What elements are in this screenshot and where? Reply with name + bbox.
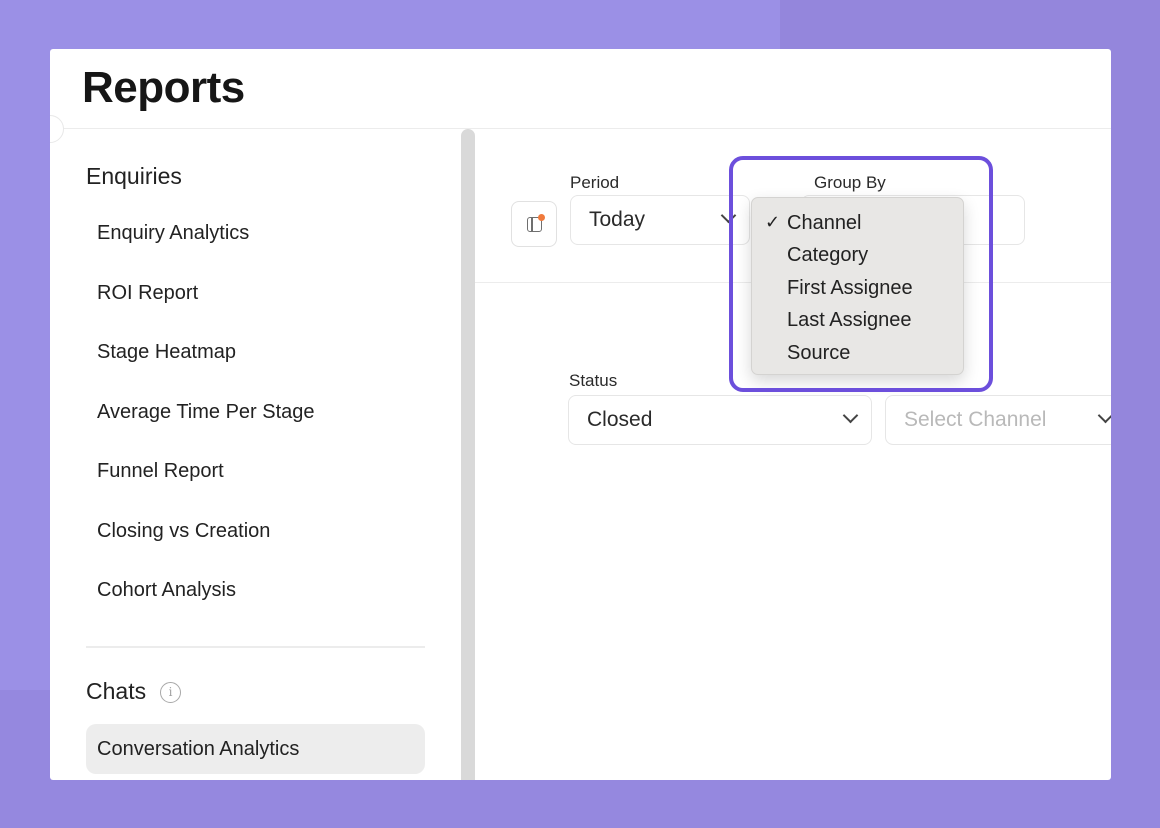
sidebar-item-closing-vs-creation[interactable]: Closing vs Creation (86, 506, 425, 556)
reports-sidebar: Enquiries Enquiry Analytics ROI Report S… (50, 129, 464, 780)
status-value: Closed (587, 408, 653, 431)
group-by-menu: ✓ Channel Category First Assignee Last A… (751, 197, 964, 375)
chats-heading: Chats (86, 678, 147, 704)
menu-item-first-assignee[interactable]: First Assignee (752, 272, 965, 304)
sidebar-scrollbar[interactable] (461, 129, 475, 780)
channel-select[interactable]: Select Channel (885, 395, 1111, 445)
status-label: Status (569, 371, 618, 390)
sidebar-item-roi-report[interactable]: ROI Report (86, 268, 425, 318)
sidebar-item-average-time-per-stage[interactable]: Average Time Per Stage (86, 387, 425, 437)
notification-dot (538, 214, 545, 221)
chevron-down-icon (842, 407, 859, 424)
chevron-down-icon (720, 207, 737, 224)
chevron-down-icon (1097, 407, 1111, 424)
menu-item-source[interactable]: Source (752, 337, 965, 369)
period-value: Today (589, 208, 646, 231)
reports-window: Reports Enquiries Enquiry Analytics ROI … (50, 49, 1111, 780)
sidebar-item-cohort-analysis[interactable]: Cohort Analysis (86, 565, 425, 615)
sidebar-item-enquiry-analytics[interactable]: Enquiry Analytics (86, 208, 425, 258)
menu-item-channel[interactable]: ✓ Channel (752, 207, 965, 239)
menu-item-last-assignee[interactable]: Last Assignee (752, 304, 965, 336)
page-title: Reports (82, 63, 245, 112)
sidebar-divider (86, 646, 425, 648)
enquiries-heading: Enquiries (86, 163, 182, 189)
sidebar-item-funnel-report[interactable]: Funnel Report (86, 446, 425, 496)
status-select[interactable]: Closed (568, 395, 872, 445)
group-by-label: Group By (814, 173, 886, 192)
info-icon[interactable]: i (160, 682, 181, 703)
sidebar-item-stage-heatmap[interactable]: Stage Heatmap (86, 327, 425, 377)
sidebar-item-conversation-analytics[interactable]: Conversation Analytics (86, 724, 425, 774)
menu-item-category[interactable]: Category (752, 239, 965, 271)
period-select[interactable]: Today (570, 195, 750, 245)
channel-placeholder: Select Channel (904, 408, 1047, 431)
checkmark-icon: ✓ (765, 212, 781, 233)
sidebar-toggle-button[interactable] (511, 201, 557, 247)
period-label: Period (570, 173, 620, 192)
